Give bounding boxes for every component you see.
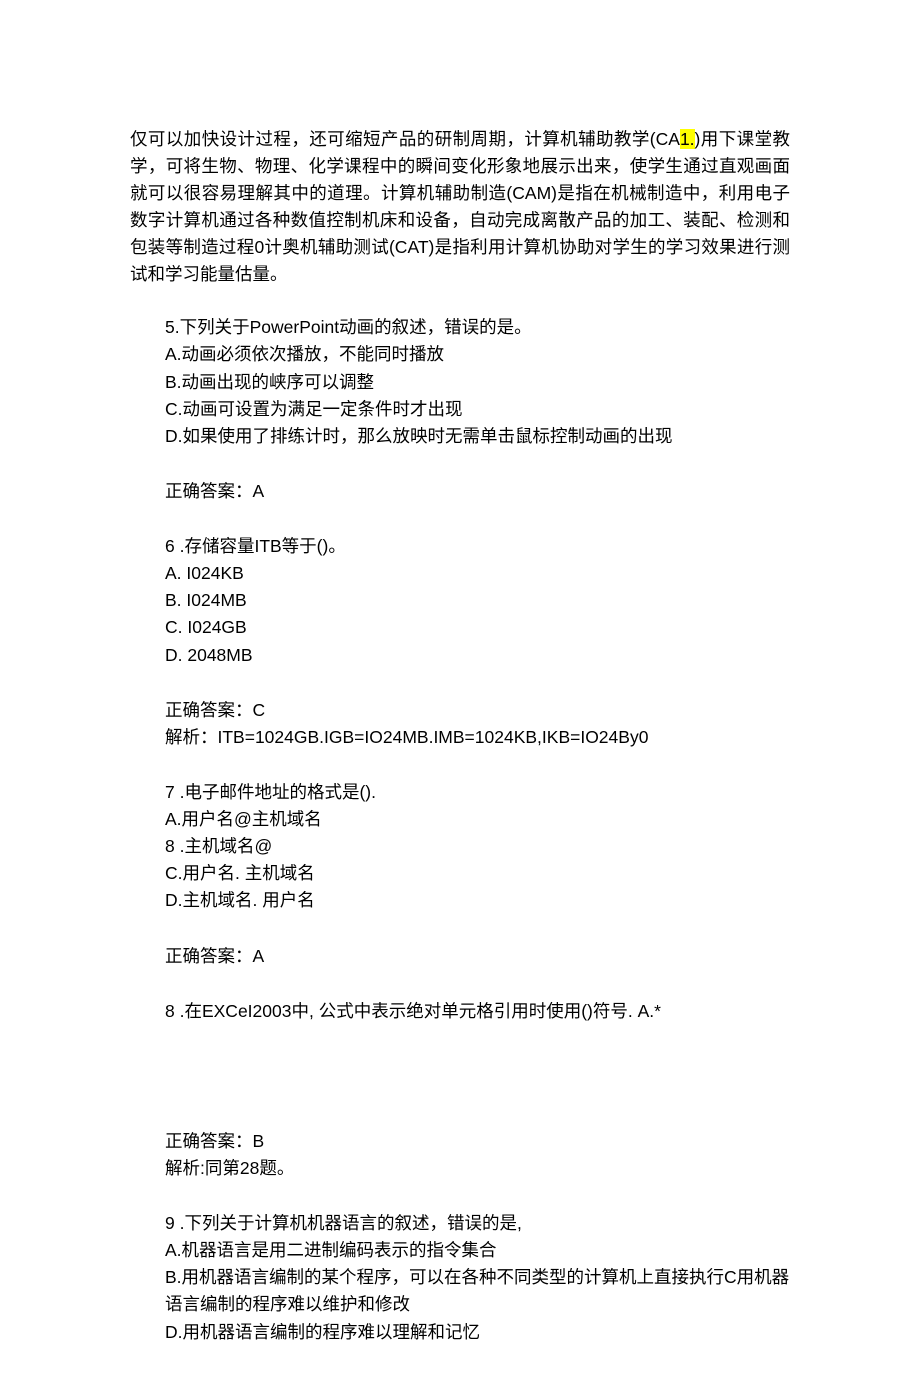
q8-answer: 正确答案：B — [165, 1128, 790, 1155]
intro-text-a: 仅可以加快设计过程，还可缩短产品的研制周期，计算机辅助教学(CA — [130, 129, 680, 149]
q5-option-b: B.动画出现的峡序可以调整 — [165, 369, 790, 396]
q7-option-a: A.用户名@主机域名 — [165, 806, 790, 833]
q6-stem: 6 .存储容量ITB等于()。 — [165, 533, 790, 560]
q6-option-d: D. 2048MB — [165, 642, 790, 669]
q6-option-b: B. I024MB — [165, 587, 790, 614]
q9-option-b: B.用机器语言编制的某个程序，可以在各种不同类型的计算机上直接执行C用机器语言编… — [165, 1264, 790, 1318]
q8-stem: 8 .在EXCeI2003中, 公式中表示绝对单元格引用时使用()符号. A.* — [165, 998, 790, 1025]
q5-answer: 正确答案：A — [165, 478, 790, 505]
intro-highlight: 1. — [680, 129, 695, 149]
question-7: 7 .电子邮件地址的格式是(). A.用户名@主机域名 8 .主机域名@ C.用… — [165, 779, 790, 915]
q6-explain: 解析：ITB=1024GB.IGB=IO24MB.IMB=1024KB,IKB=… — [165, 724, 790, 751]
q6-option-a: A. I024KB — [165, 560, 790, 587]
question-5-answer: 正确答案：A — [165, 478, 790, 505]
q5-option-d: D.如果使用了排练计时，那么放映时无需单击鼠标控制动画的出现 — [165, 423, 790, 450]
q6-answer: 正确答案：C — [165, 697, 790, 724]
q7-stem: 7 .电子邮件地址的格式是(). — [165, 779, 790, 806]
q7-option-b: 8 .主机域名@ — [165, 833, 790, 860]
q7-option-c: C.用户名. 主机域名 — [165, 860, 790, 887]
q9-option-d: D.用机器语言编制的程序难以理解和记忆 — [165, 1319, 790, 1346]
q6-option-c: C. I024GB — [165, 614, 790, 641]
q9-option-a: A.机器语言是用二进制编码表示的指令集合 — [165, 1237, 790, 1264]
question-8: 8 .在EXCeI2003中, 公式中表示绝对单元格引用时使用()符号. A.* — [165, 998, 790, 1025]
question-7-answer: 正确答案：A — [165, 943, 790, 970]
question-6-answer: 正确答案：C 解析：ITB=1024GB.IGB=IO24MB.IMB=1024… — [165, 697, 790, 751]
q7-option-d: D.主机域名. 用户名 — [165, 887, 790, 914]
q8-explain: 解析:同第28题。 — [165, 1155, 790, 1182]
question-6: 6 .存储容量ITB等于()。 A. I024KB B. I024MB C. I… — [165, 533, 790, 669]
blank-gap — [130, 1053, 790, 1128]
q5-option-c: C.动画可设置为满足一定条件时才出现 — [165, 396, 790, 423]
intro-paragraph: 仅可以加快设计过程，还可缩短产品的研制周期，计算机辅助教学(CA1.)用下课堂教… — [130, 126, 790, 289]
question-8-answer: 正确答案：B 解析:同第28题。 — [165, 1128, 790, 1182]
q5-option-a: A.动画必须依次播放，不能同时播放 — [165, 341, 790, 368]
q9-stem: 9 .下列关于计算机机器语言的叙述，错误的是, — [165, 1210, 790, 1237]
intro-text-b: )用下课堂教学，可将生物、物理、化学课程中的瞬间变化形象地展示出来，使学生通过直… — [130, 129, 790, 285]
q7-answer: 正确答案：A — [165, 943, 790, 970]
question-9: 9 .下列关于计算机机器语言的叙述，错误的是, A.机器语言是用二进制编码表示的… — [165, 1210, 790, 1346]
q5-stem: 5.下列关于PowerPoint动画的叙述，错误的是。 — [165, 314, 790, 341]
document-page: 仅可以加快设计过程，还可缩短产品的研制周期，计算机辅助教学(CA1.)用下课堂教… — [0, 0, 920, 1346]
question-5: 5.下列关于PowerPoint动画的叙述，错误的是。 A.动画必须依次播放，不… — [165, 314, 790, 450]
